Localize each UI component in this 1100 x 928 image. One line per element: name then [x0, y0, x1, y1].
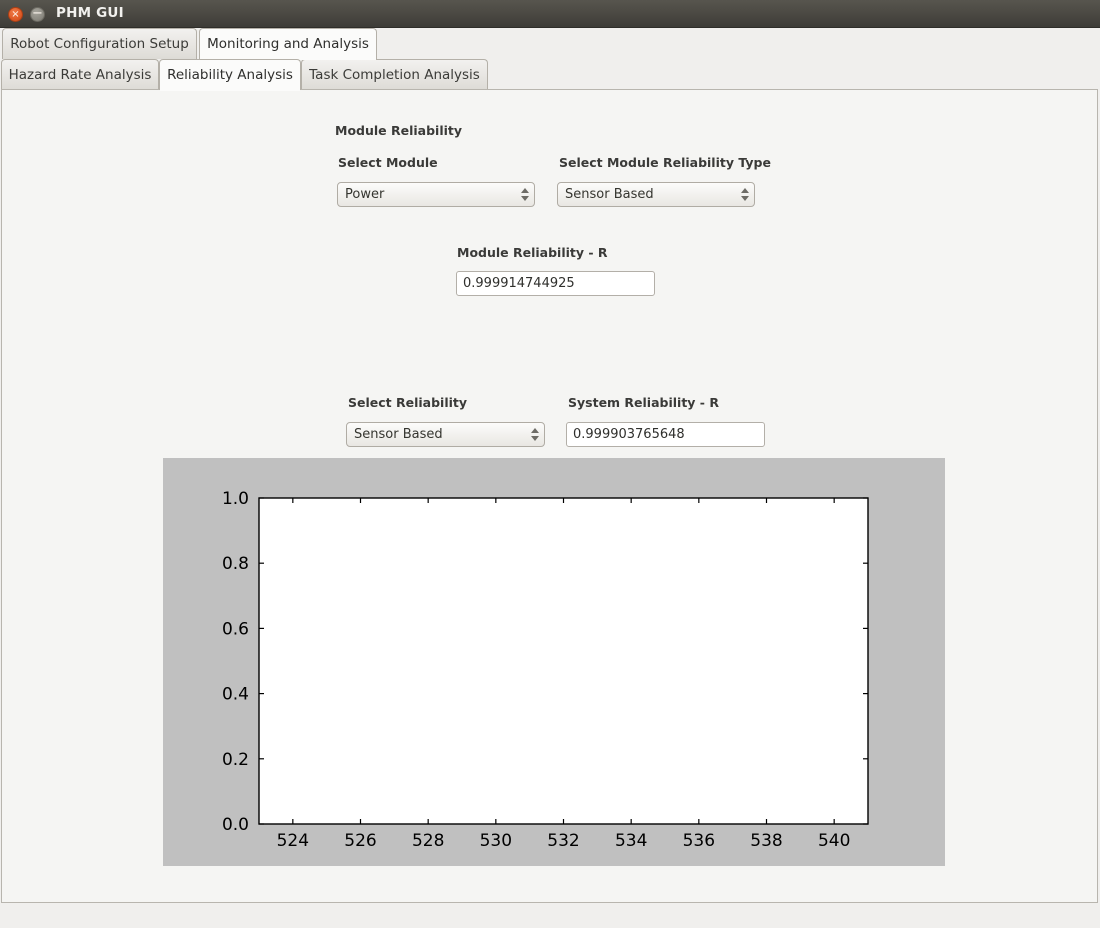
tab-label: Robot Configuration Setup: [10, 36, 189, 52]
select-module-reliability-type-dropdown[interactable]: Sensor Based: [557, 182, 755, 207]
window-bottom-strip: [0, 904, 1100, 928]
tick-label: 538: [750, 831, 782, 851]
tick-label: 0.2: [222, 750, 249, 770]
window-title: PHM GUI: [56, 5, 124, 21]
inner-tab-bar: Hazard Rate Analysis Reliability Analysi…: [0, 59, 1100, 91]
select-module-value: Power: [345, 187, 385, 202]
tab-task-completion-analysis[interactable]: Task Completion Analysis: [301, 59, 488, 90]
tick-label: 526: [344, 831, 376, 851]
select-module-reliability-type-value: Sensor Based: [565, 187, 654, 202]
tick-label: 0.8: [222, 554, 249, 574]
tick-label: 1.0: [222, 489, 249, 509]
select-reliability-dropdown[interactable]: Sensor Based: [346, 422, 545, 447]
tab-hazard-rate-analysis[interactable]: Hazard Rate Analysis: [1, 59, 159, 90]
minimize-icon[interactable]: −: [30, 7, 45, 22]
tab-reliability-analysis[interactable]: Reliability Analysis: [159, 59, 301, 91]
chevron-updown-icon[interactable]: [516, 183, 534, 206]
tab-label: Monitoring and Analysis: [207, 36, 369, 52]
close-icon-glyph: ×: [11, 8, 20, 20]
outer-tab-bar: Robot Configuration Setup Monitoring and…: [0, 28, 1100, 60]
tab-label: Task Completion Analysis: [309, 67, 480, 83]
tab-monitoring-and-analysis[interactable]: Monitoring and Analysis: [199, 28, 377, 60]
tick-label: 534: [615, 831, 647, 851]
title-bar: × − PHM GUI: [0, 0, 1100, 28]
close-icon[interactable]: ×: [8, 7, 23, 22]
module-reliability-result-label: Module Reliability - R: [457, 245, 608, 260]
reliability-plot-canvas[interactable]: 524 526 528 530 532 534 536 538 540 0.0 0.2 0.4 0.6…: [163, 458, 945, 866]
tab-label: Reliability Analysis: [167, 67, 293, 83]
plot-axes-area: [258, 497, 869, 825]
tick-label: 524: [277, 831, 309, 851]
tick-label: 540: [818, 831, 850, 851]
chevron-updown-icon[interactable]: [526, 423, 544, 446]
module-reliability-value-input[interactable]: 0.999914744925: [456, 271, 655, 296]
select-module-reliability-type-label: Select Module Reliability Type: [559, 155, 771, 170]
system-reliability-result-label: System Reliability - R: [568, 395, 719, 410]
tick-label: 536: [683, 831, 715, 851]
app-window: × − PHM GUI Robot Configuration Setup Mo…: [0, 0, 1100, 928]
tab-robot-configuration-setup[interactable]: Robot Configuration Setup: [2, 28, 197, 59]
minimize-icon-glyph: −: [32, 6, 43, 21]
select-module-dropdown[interactable]: Power: [337, 182, 535, 207]
tick-label: 0.0: [222, 815, 249, 835]
tick-label: 0.4: [222, 685, 249, 705]
select-module-label: Select Module: [338, 155, 438, 170]
chevron-updown-icon[interactable]: [736, 183, 754, 206]
tick-label: 532: [547, 831, 579, 851]
tab-label: Hazard Rate Analysis: [8, 67, 152, 83]
reliability-plot-svg: 524 526 528 530 532 534 536 538 540 0.0 0.2 0.4 0.6…: [163, 458, 945, 866]
system-reliability-value-input[interactable]: 0.999903765648: [566, 422, 765, 447]
select-reliability-label: Select Reliability: [348, 395, 468, 410]
select-reliability-value: Sensor Based: [354, 427, 443, 442]
plot-x-tick-labels: 524 526 528 530 532 534 536 538 540: [277, 831, 851, 851]
tick-label: 528: [412, 831, 444, 851]
tick-label: 0.6: [222, 619, 249, 639]
module-reliability-heading: Module Reliability: [335, 123, 463, 138]
tick-label: 530: [480, 831, 512, 851]
